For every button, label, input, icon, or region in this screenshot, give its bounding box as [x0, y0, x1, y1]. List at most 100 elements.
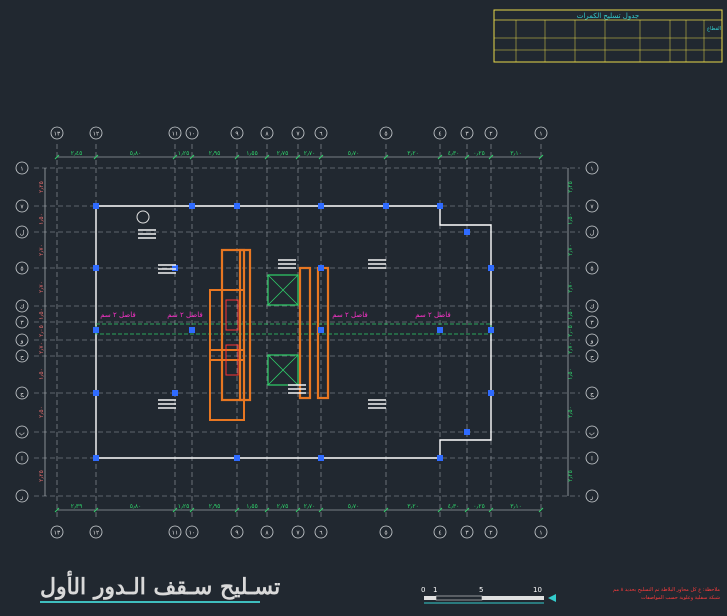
grid-label-v: ٣	[465, 530, 469, 537]
dim-label-right: ٢٫٥٠	[567, 406, 574, 418]
grid-label-h: ل	[590, 230, 594, 237]
dim-label-right: ٢٫٢٥	[567, 181, 574, 193]
dim-label-left: ٢٫٥٠	[38, 406, 45, 418]
column	[437, 455, 443, 461]
dim-label-right: ٢٫٢٥	[567, 470, 574, 482]
grid-label-v: ٣	[465, 131, 469, 138]
dim-label-top: ٣٫٢٠	[407, 150, 419, 157]
dim-label-top: ٥٫٧٠	[348, 150, 360, 157]
dim-label-right: ٢٫٧٠	[567, 342, 574, 354]
drawing-title: تسـليح سـقف الـدور الأول	[40, 574, 281, 600]
column	[234, 203, 240, 209]
grid-label-h: ٧	[20, 204, 24, 211]
column	[318, 203, 324, 209]
beam-label: فاصل ٢ سم	[167, 311, 202, 319]
drawing-canvas[interactable]: { "drawing": { "title": "تسـليح سـقف الـ…	[0, 0, 727, 616]
grid-label-h: و	[590, 338, 594, 345]
column	[464, 229, 470, 235]
dim-label-left: ٢٫٧٠	[38, 281, 45, 293]
dim-label-bottom: ٥٫٧٠	[348, 503, 360, 510]
column	[488, 327, 494, 333]
dim-label-top: ٢٫٤٥	[71, 150, 83, 157]
grid-label-v: ١	[539, 530, 542, 537]
beam-label: فاصل ٢ سم	[100, 311, 135, 319]
dim-label-right: ٢٫٧٠	[567, 244, 574, 256]
column	[93, 265, 99, 271]
dim-label-bottom: ٥٫٨٠	[130, 503, 142, 510]
dim-label-bottom: ١٫٥٥	[246, 503, 258, 510]
grid-label-h: ك	[590, 304, 595, 311]
grid-lines	[34, 144, 580, 520]
scale-label-1: 1	[433, 586, 438, 594]
grid-label-v: ٩	[235, 131, 238, 138]
slab-edge	[95, 205, 492, 459]
grid-label-h: ك	[20, 304, 25, 311]
column	[437, 327, 443, 333]
grid-bubbles: ١٣١٣١٢١٢١١١١١٠١٠٩٩٨٨٧٧٦٦٥٥٤٤٣٣٢٢١١١ ١٧ ٧ل ل…	[15, 126, 599, 539]
grid-label-v: ٥	[384, 131, 387, 138]
dim-label-top: ٢٫٧٠	[304, 150, 316, 157]
grid-label-v: ٨	[265, 131, 269, 138]
column	[488, 265, 494, 271]
dim-label-top: ٥٫٨٠	[130, 150, 142, 157]
dim-label-bottom: ٠٫٢٥	[473, 503, 485, 510]
annotations: فاصل ٢ سم فاصل ٢ سم فاصل ٢ سم فاصل ٢ سم	[100, 210, 451, 409]
scale-arrow	[548, 594, 556, 602]
column	[172, 390, 178, 396]
dim-label-left: ٢٫٢٥	[38, 470, 45, 482]
note-line-2: شبكة سفلية وعلوية حسب المواصفات	[640, 595, 720, 601]
dim-label-right: ٢٫٧٠	[567, 281, 574, 293]
dim-label-left: ٢٫٧٠	[38, 342, 45, 354]
table-title: جدول تسليح الكمرات	[577, 12, 639, 20]
dim-label-bottom: ١٫٢٥	[178, 503, 190, 510]
grid-label-h: ١	[590, 166, 593, 173]
dim-label-right: ١٫٥٠	[567, 368, 574, 380]
dim-label-left: ١٫٥٠	[38, 308, 45, 320]
dim-label-left: ٢٫٢٥	[38, 181, 45, 193]
grid-label-v: ٢	[489, 530, 492, 537]
dim-label-left: ٢٫٧٠	[38, 244, 45, 256]
grid-label-v: ١٢	[93, 530, 99, 537]
grid-label-v: ٧	[296, 131, 300, 138]
dim-label-bottom: ٢٫٧٠	[304, 503, 316, 510]
grid-label-h: ٣	[20, 320, 24, 327]
dim-label-bottom: ٢٫٣٩	[71, 503, 83, 510]
grid-label-h: ح	[20, 354, 24, 361]
grid-label-h: ٣	[590, 320, 594, 327]
column	[93, 203, 99, 209]
grid-label-v: ١٠	[189, 530, 195, 537]
column	[318, 265, 324, 271]
grid-label-v: ٥	[384, 530, 387, 537]
grid-label-h: ل	[20, 230, 24, 237]
grid-label-h: و	[20, 338, 24, 345]
column	[234, 455, 240, 461]
grid-label-v: ١١	[172, 131, 178, 138]
column	[318, 455, 324, 461]
dim-label-right: ١٫٥٠	[567, 213, 574, 225]
grid-label-h: ز	[20, 494, 24, 501]
grid-label-h: ب	[589, 430, 595, 437]
column	[464, 429, 470, 435]
scale-label-10: 10	[533, 586, 542, 594]
grid-label-h: ح	[590, 354, 594, 361]
column	[318, 327, 324, 333]
grid-label-v: ٦	[319, 131, 322, 138]
dim-label-right: ١٫٥٠	[567, 308, 574, 320]
dim-label-top: ١٫٢٥	[178, 150, 190, 157]
grid-label-h: ٥	[590, 266, 593, 273]
structural-plan-svg: ١٣١٣١٢١٢١١١١١٠١٠٩٩٨٨٧٧٦٦٥٥٤٤٣٣٢٢١١١ ١٧ ٧ل ل…	[15, 9, 723, 604]
grid-label-h: ١	[20, 166, 23, 173]
stair-mark	[225, 299, 239, 331]
expansion-joint	[95, 323, 492, 335]
column	[488, 390, 494, 396]
dim-label-top: ٢٫٧٥	[277, 150, 289, 157]
north-symbol	[136, 210, 150, 224]
dim-label-bottom: ٢٫٧٥	[277, 503, 289, 510]
grid-label-v: ١١	[172, 530, 178, 537]
table-header: القطاع	[707, 26, 721, 32]
dim-label-bottom: ٣٫١٠	[510, 503, 522, 510]
column	[189, 327, 195, 333]
grid-label-v: ١٣	[54, 131, 61, 138]
stair-core	[209, 248, 330, 421]
grid-label-h: ا	[21, 456, 23, 463]
